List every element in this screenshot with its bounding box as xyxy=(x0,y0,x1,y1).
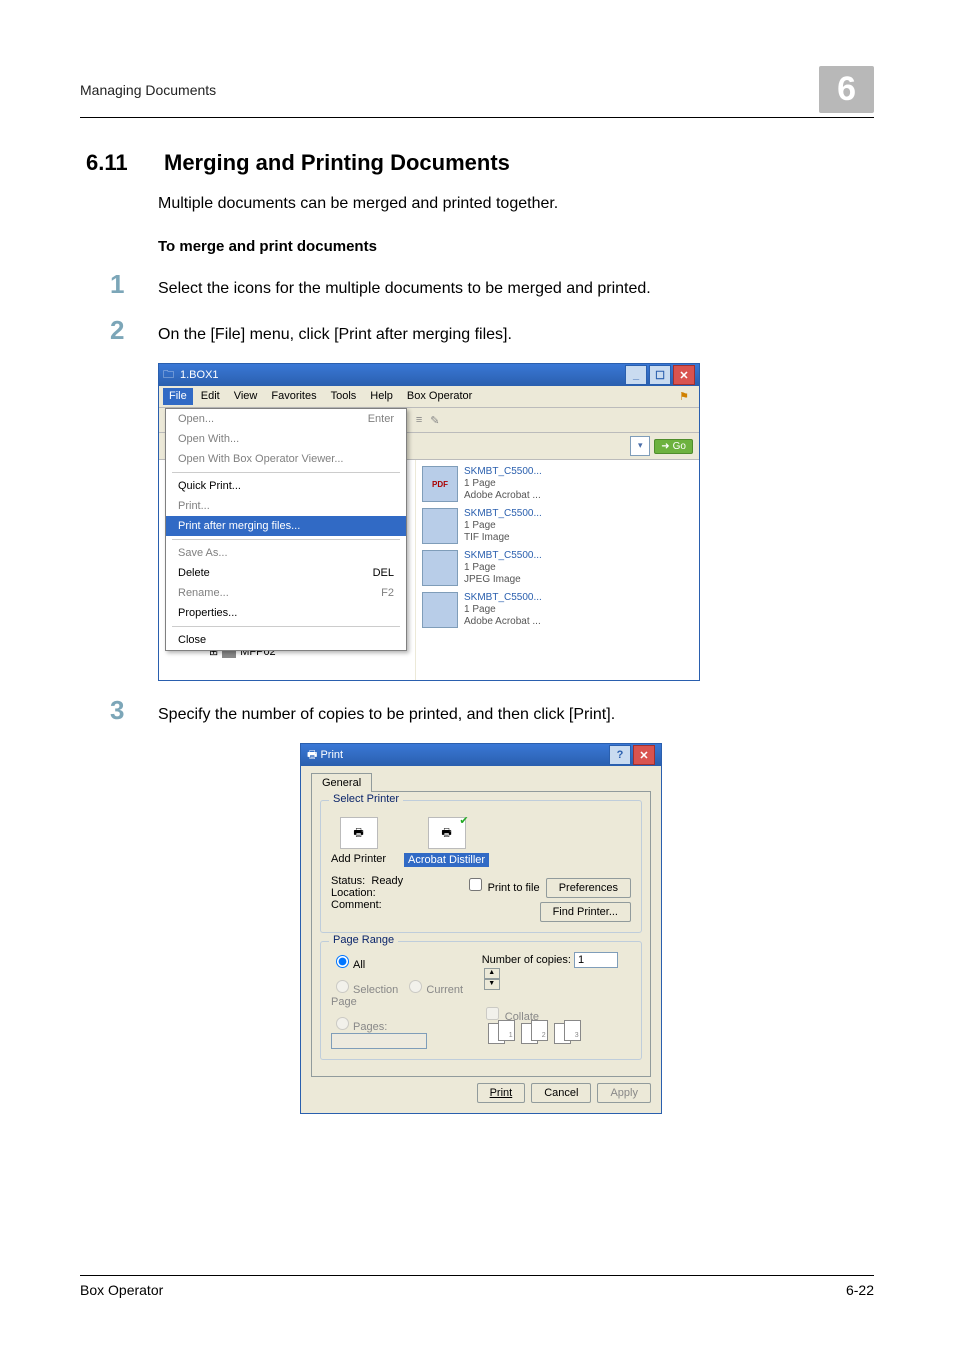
copies-label: Number of copies: xyxy=(482,954,571,966)
comment-label: Comment: xyxy=(331,899,403,911)
collate-checkbox xyxy=(486,1007,499,1020)
maximize-button[interactable]: ☐ xyxy=(649,365,671,385)
step-text: Select the icons for the multiple docume… xyxy=(158,277,651,301)
collate-illustration-icon: 11 22 33 xyxy=(488,1023,581,1044)
status-value: Ready xyxy=(371,875,403,887)
intro-text: Multiple documents can be merged and pri… xyxy=(158,192,874,216)
file-menu-dropdown: Open...Enter Open With... Open With Box … xyxy=(165,408,407,651)
page-range-pages-label: Pages: xyxy=(353,1021,387,1033)
step-text: Specify the number of copies to be print… xyxy=(158,703,615,727)
print-to-file-checkbox[interactable] xyxy=(469,878,482,891)
toolbar-icon[interactable]: ≡ xyxy=(416,414,422,426)
step-number: 3 xyxy=(110,695,158,726)
file-name: SKMBT_C5500... xyxy=(464,550,542,562)
menu-item-open-with-viewer[interactable]: Open With Box Operator Viewer... xyxy=(166,449,406,469)
page-range-selection-label: Selection xyxy=(353,984,398,996)
close-button[interactable]: ✕ xyxy=(633,745,655,765)
spinner-down[interactable]: ▼ xyxy=(484,979,500,990)
tiff-thumb-icon[interactable] xyxy=(422,508,458,544)
menu-item-print[interactable]: Print... xyxy=(166,496,406,516)
windows-flag-icon: ⚑ xyxy=(673,388,695,405)
go-button[interactable]: ➜Go xyxy=(654,439,693,454)
window-icon: 🗀 xyxy=(163,366,174,385)
pdf-thumb-icon[interactable]: PDF xyxy=(422,466,458,502)
file-meta: 1 Page xyxy=(464,478,542,490)
location-label: Location: xyxy=(331,887,403,899)
help-button[interactable]: ? xyxy=(609,745,631,765)
menu-file[interactable]: File xyxy=(163,388,193,405)
menu-item-open[interactable]: Open...Enter xyxy=(166,409,406,429)
page-range-current-label: Current Page xyxy=(331,984,463,1008)
add-printer-item[interactable]: 🖶 Add Printer xyxy=(331,817,386,867)
menu-help[interactable]: Help xyxy=(364,388,399,405)
dialog-title: Print xyxy=(320,749,343,761)
menu-item-quick-print[interactable]: Quick Print... xyxy=(166,476,406,496)
page-range-pages-radio xyxy=(336,1017,349,1030)
print-dialog: 🖶 Print ? ✕ General Select Printer 🖶 Add… xyxy=(300,743,662,1114)
step-number: 2 xyxy=(110,315,158,346)
menu-favorites[interactable]: Favorites xyxy=(265,388,322,405)
apply-button: Apply xyxy=(597,1083,651,1103)
preferences-button[interactable]: Preferences xyxy=(546,878,631,898)
menu-box-operator[interactable]: Box Operator xyxy=(401,388,478,405)
jpeg-thumb-icon[interactable] xyxy=(422,550,458,586)
footer-page: 6-22 xyxy=(846,1282,874,1298)
print-to-file-label: Print to file xyxy=(488,882,540,894)
menu-tools[interactable]: Tools xyxy=(325,388,363,405)
file-meta: TIF Image xyxy=(464,532,542,544)
group-page-range: Page Range xyxy=(329,934,398,946)
page-range-all-label: All xyxy=(353,959,365,971)
menu-view[interactable]: View xyxy=(228,388,264,405)
file-name: SKMBT_C5500... xyxy=(464,592,542,604)
menu-item-open-with[interactable]: Open With... xyxy=(166,429,406,449)
window-title: 1.BOX1 xyxy=(180,369,219,381)
cancel-button[interactable]: Cancel xyxy=(531,1083,591,1103)
menu-item-delete[interactable]: DeleteDEL xyxy=(166,563,406,583)
step-text: On the [File] menu, click [Print after m… xyxy=(158,323,512,347)
status-label: Status: xyxy=(331,875,365,887)
print-button[interactable]: Print xyxy=(477,1083,526,1103)
menu-bar: File Edit View Favorites Tools Help Box … xyxy=(159,386,699,408)
file-meta: Adobe Acrobat ... xyxy=(464,616,542,628)
procedure-heading: To merge and print documents xyxy=(158,238,874,255)
menu-item-print-after-merging[interactable]: Print after merging files... xyxy=(166,516,406,536)
section-number: 6.11 xyxy=(80,150,164,176)
file-meta: 1 Page xyxy=(464,562,542,574)
section-title: Merging and Printing Documents xyxy=(164,150,510,176)
menu-item-properties[interactable]: Properties... xyxy=(166,603,406,623)
page-range-current-radio xyxy=(409,980,422,993)
toolbar-icon[interactable]: ✎ xyxy=(430,414,439,427)
add-printer-icon: 🖶 xyxy=(340,817,378,849)
file-meta: 1 Page xyxy=(464,520,542,532)
page-range-selection-radio xyxy=(336,980,349,993)
file-name: SKMBT_C5500... xyxy=(464,508,542,520)
menu-item-rename[interactable]: Rename...F2 xyxy=(166,583,406,603)
spinner-up[interactable]: ▲ xyxy=(484,968,500,979)
explorer-window: 🗀 1.BOX1 _ ☐ ✕ File Edit View Favorites … xyxy=(158,363,700,681)
menu-edit[interactable]: Edit xyxy=(195,388,226,405)
page-range-all-radio[interactable] xyxy=(336,955,349,968)
pdf-thumb-icon[interactable] xyxy=(422,592,458,628)
file-meta: JPEG Image xyxy=(464,574,542,586)
tab-general[interactable]: General xyxy=(311,773,372,792)
footer-product: Box Operator xyxy=(80,1282,163,1298)
printer-icon: 🖶✔ xyxy=(428,817,466,849)
step-number: 1 xyxy=(110,269,158,300)
file-meta: Adobe Acrobat ... xyxy=(464,490,542,502)
menu-item-close[interactable]: Close xyxy=(166,630,406,650)
address-drop-icon[interactable]: ▾ xyxy=(630,436,650,456)
copies-input[interactable] xyxy=(574,952,618,968)
acrobat-distiller-item[interactable]: 🖶✔ Acrobat Distiller xyxy=(404,817,489,867)
menu-item-save-as[interactable]: Save As... xyxy=(166,543,406,563)
chapter-number-badge: 6 xyxy=(819,66,874,113)
page-range-pages-input xyxy=(331,1033,427,1049)
file-meta: 1 Page xyxy=(464,604,542,616)
file-name: SKMBT_C5500... xyxy=(464,466,542,478)
group-select-printer: Select Printer xyxy=(329,793,403,805)
close-button[interactable]: ✕ xyxy=(673,365,695,385)
minimize-button[interactable]: _ xyxy=(625,365,647,385)
find-printer-button[interactable]: Find Printer... xyxy=(540,902,631,922)
running-header: Managing Documents xyxy=(80,82,216,98)
